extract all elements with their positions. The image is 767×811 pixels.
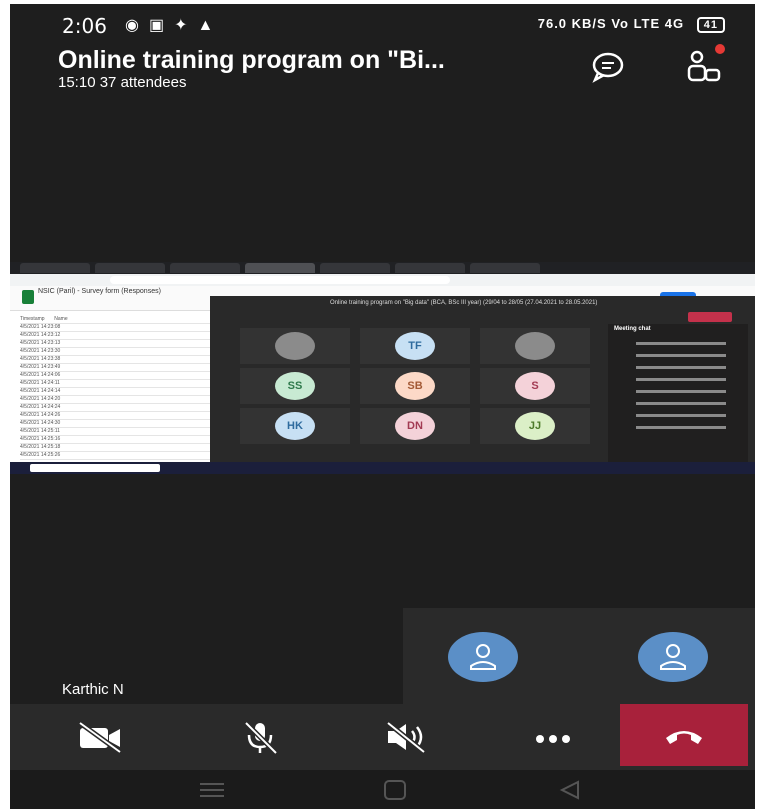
meeting-chat-panel: Meeting chat <box>608 324 748 466</box>
participant-tile <box>240 328 350 364</box>
android-nav-bar <box>10 770 755 809</box>
windows-taskbar <box>10 462 755 474</box>
camera-off-icon <box>78 721 122 753</box>
participant-avatar <box>275 332 315 360</box>
speaker-off-icon <box>386 721 426 753</box>
participant-tile: TF <box>360 328 470 364</box>
user-icon <box>470 644 496 670</box>
meeting-screen: 2:06 ◉▣✦▲ 76.0 KB/S Vo LTE 4G 41 Online … <box>10 4 755 809</box>
status-indicators: 76.0 KB/S Vo LTE 4G 41 <box>538 16 725 33</box>
teams-leave-button <box>688 312 732 322</box>
recents-icon[interactable] <box>200 783 224 797</box>
browser-tabs <box>10 262 755 274</box>
more-icon <box>536 735 570 743</box>
participant-tile: SS <box>240 368 350 404</box>
chat-panel-title: Meeting chat <box>614 326 651 332</box>
browser-url-bar <box>10 274 755 286</box>
participant-avatar <box>515 332 555 360</box>
camera-button[interactable] <box>36 704 156 770</box>
back-icon[interactable] <box>559 780 579 800</box>
more-button[interactable] <box>488 704 608 770</box>
self-name-label: Karthic N <box>62 681 124 698</box>
network-text: 76.0 KB/S Vo LTE 4G <box>537 16 685 31</box>
end-call-button[interactable] <box>620 704 748 766</box>
end-call-icon <box>666 731 702 744</box>
avatar[interactable] <box>448 632 518 682</box>
shared-screen: NSIC (Paril) - Survey form (Responses) T… <box>10 262 755 474</box>
teams-window: Online training program on "Big data" (B… <box>210 296 755 466</box>
participant-avatar: SB <box>395 372 435 400</box>
participant-avatar: S <box>515 372 555 400</box>
participant-tile: DN <box>360 408 470 444</box>
participant-avatar: HK <box>275 412 315 440</box>
speaker-button[interactable] <box>344 704 464 770</box>
participant-tile: HK <box>240 408 350 444</box>
participant-avatar: TF <box>395 332 435 360</box>
notification-icons: ◉▣✦▲ <box>125 17 224 34</box>
meeting-meta: 15:10 37 attendees <box>58 74 186 91</box>
status-time: 2:06 <box>62 14 107 38</box>
avatar[interactable] <box>638 632 708 682</box>
attendee-count: 37 attendees <box>99 74 187 91</box>
meeting-duration: 15:10 <box>58 74 96 91</box>
teams-title: Online training program on "Big data" (B… <box>330 300 598 306</box>
status-bar: 2:06 ◉▣✦▲ 76.0 KB/S Vo LTE 4G 41 <box>10 4 755 40</box>
participant-tile: S <box>480 368 590 404</box>
sheet-grid: Timestamp Name 4/5/2021 14:23:08 4/5/2021… <box>20 316 220 460</box>
participant-avatar: JJ <box>515 412 555 440</box>
participant-tile: JJ <box>480 408 590 444</box>
participants-alert-dot <box>715 44 725 54</box>
sheet-title: NSIC (Paril) - Survey form (Responses) <box>38 288 161 295</box>
meeting-title[interactable]: Online training program on "Bi... <box>58 46 445 75</box>
participant-avatar: SS <box>275 372 315 400</box>
mic-off-icon <box>244 721 278 755</box>
participant-tile <box>480 328 590 364</box>
user-icon <box>660 644 686 670</box>
mic-button[interactable] <box>196 704 316 770</box>
participant-tile: SB <box>360 368 470 404</box>
sheets-logo-icon <box>22 290 34 304</box>
participant-avatar: DN <box>395 412 435 440</box>
battery-icon: 41 <box>696 17 725 33</box>
participant-thumbnails <box>403 608 755 704</box>
home-icon[interactable] <box>384 780 406 800</box>
meeting-header: Online training program on "Bi... 15:10 … <box>10 40 755 91</box>
chat-icon[interactable] <box>590 48 626 84</box>
